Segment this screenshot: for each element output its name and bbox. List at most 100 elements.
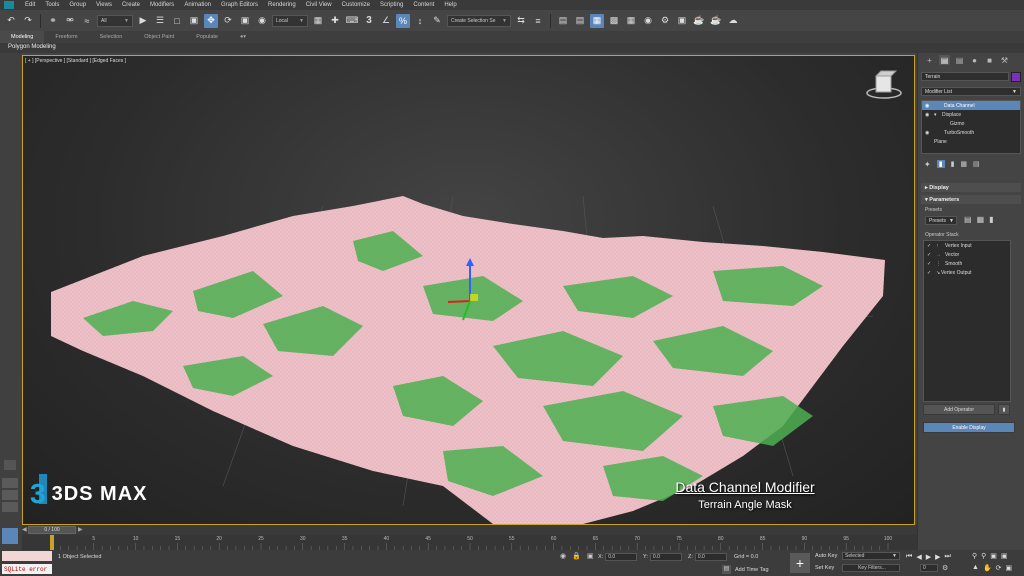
material-editor-icon[interactable]: ◉ xyxy=(641,14,655,28)
add-time-tag[interactable]: Add Time Tag xyxy=(735,567,769,573)
render-online-icon[interactable]: ☁ xyxy=(726,14,740,28)
stack-item-displace[interactable]: ◉ ▾ Displace xyxy=(922,110,1020,119)
enable-display-button[interactable]: Enable Display xyxy=(923,422,1015,433)
maxscript-listener-top[interactable] xyxy=(2,551,52,561)
create-tab-icon[interactable]: + xyxy=(924,55,935,65)
viewport-label[interactable]: [ + ] [Perspective ] [Standard ] [Edged … xyxy=(25,58,126,64)
viewport-layout-button[interactable] xyxy=(2,478,18,488)
operator-vertex-input[interactable]: ✓ ↑ Vertex Input xyxy=(924,241,1010,250)
add-operator-button[interactable]: Add Operator xyxy=(923,404,995,415)
unlink-icon[interactable]: ⚮ xyxy=(63,14,77,28)
menu-content[interactable]: Content xyxy=(408,2,439,8)
eye-icon[interactable]: ◉ xyxy=(925,103,934,109)
current-frame-field[interactable]: 0 xyxy=(920,564,938,572)
motion-tab-icon[interactable]: ● xyxy=(969,55,980,65)
schematic-view-icon[interactable]: ▦ xyxy=(624,14,638,28)
perspective-viewport[interactable]: [ + ] [Perspective ] [Standard ] [Edged … xyxy=(23,56,914,524)
keyboard-shortcut-override-icon[interactable]: ⌨ xyxy=(345,14,359,28)
tab-modeling[interactable]: Modeling xyxy=(0,31,45,43)
tab-populate[interactable]: Populate xyxy=(185,34,229,40)
stack-item-gizmo[interactable]: Gizmo xyxy=(922,119,1020,128)
viewport-layout-button[interactable] xyxy=(2,490,18,500)
menu-animation[interactable]: Animation xyxy=(179,2,216,8)
absolute-mode-icon[interactable]: ▣ xyxy=(587,552,594,560)
next-frame-icon[interactable]: ▶ xyxy=(78,526,83,533)
tab-selection[interactable]: Selection xyxy=(89,34,134,40)
modify-tab-icon[interactable]: ▤ xyxy=(939,55,950,65)
selection-filter-dropdown[interactable]: All ▼ xyxy=(97,14,133,27)
zoom-extents-all-icon[interactable]: ▣ xyxy=(1001,552,1008,560)
selection-lock-icon[interactable]: 🔒 xyxy=(572,552,581,560)
ribbon-options-icon[interactable]: ●▾ xyxy=(229,34,257,40)
render-production-icon[interactable]: ☕ xyxy=(692,14,706,28)
render-setup-icon[interactable]: ⚙ xyxy=(658,14,672,28)
snaps-toggle-icon[interactable]: 3 xyxy=(362,14,376,28)
show-end-result-icon[interactable]: ▮ xyxy=(936,160,945,168)
angle-snap-icon[interactable]: ∠ xyxy=(379,14,393,28)
viewport-layout-tab[interactable] xyxy=(4,460,16,470)
select-by-name-icon[interactable]: ☰ xyxy=(153,14,167,28)
z-field[interactable]: 0.0 xyxy=(694,553,727,561)
checkmark-icon[interactable]: ✓ xyxy=(927,270,936,276)
named-selection-sets-dropdown[interactable]: Create Selection Se ▼ xyxy=(447,14,511,27)
time-configuration-icon[interactable]: ⚙ xyxy=(942,564,948,572)
stack-item-plane[interactable]: Plane xyxy=(922,137,1020,146)
rectangular-selection-icon[interactable]: □ xyxy=(170,14,184,28)
toggle-ribbon-icon[interactable]: ▤ xyxy=(573,14,587,28)
isolate-selection-icon[interactable]: ◉ xyxy=(560,552,566,560)
percent-snap-icon[interactable]: % xyxy=(396,13,410,28)
menu-edit[interactable]: Edit xyxy=(20,2,40,8)
checkmark-icon[interactable]: ✓ xyxy=(927,243,936,249)
delete-preset-icon[interactable]: ▮ xyxy=(989,215,993,224)
render-iterative-icon[interactable]: ☕ xyxy=(709,14,723,28)
viewport-layout-button[interactable] xyxy=(2,502,18,512)
scale-icon[interactable]: ▣ xyxy=(238,14,252,28)
auto-key-button[interactable]: Auto Key xyxy=(815,553,837,559)
spinner-snap-icon[interactable]: ↕ xyxy=(413,14,427,28)
parameters-rollout[interactable]: ▾ Parameters xyxy=(921,195,1021,204)
operator-vertex-output[interactable]: ✓ ↘ Vertex Output xyxy=(924,268,1010,277)
scene-explorer-icon[interactable]: ▦ xyxy=(590,13,604,28)
trash-icon[interactable]: ▮ xyxy=(998,404,1010,415)
menu-civil-view[interactable]: Civil View xyxy=(301,2,337,8)
app-logo-icon[interactable] xyxy=(0,0,20,10)
menu-views[interactable]: Views xyxy=(91,2,117,8)
utilities-tab-icon[interactable]: ⚒ xyxy=(999,55,1010,65)
time-slider[interactable]: 0 / 100 ◀ ▶ xyxy=(22,525,917,535)
zoom-extents-icon[interactable]: ▣ xyxy=(990,552,997,560)
placement-icon[interactable]: ◉ xyxy=(255,14,269,28)
pan-icon[interactable]: ✋ xyxy=(983,564,992,572)
play-icon[interactable]: ▶ xyxy=(926,553,931,561)
menu-scripting[interactable]: Scripting xyxy=(375,2,408,8)
menu-rendering[interactable]: Rendering xyxy=(263,2,301,8)
set-key-button[interactable]: Set Key xyxy=(815,565,834,571)
y-field[interactable]: 0.0 xyxy=(649,553,682,561)
pivot-center-icon[interactable]: ▦ xyxy=(311,14,325,28)
key-mode-dropdown[interactable]: Selected ▼ xyxy=(842,552,900,560)
window-crossing-icon[interactable]: ▣ xyxy=(187,14,201,28)
checkmark-icon[interactable]: ✓ xyxy=(927,252,936,258)
maximize-viewport-icon[interactable]: ▣ xyxy=(1006,564,1013,572)
stack-item-data-channel[interactable]: ◉ Data Channel xyxy=(922,101,1020,110)
object-name-field[interactable]: Terrain xyxy=(921,72,1009,81)
go-to-end-icon[interactable]: ⏭ xyxy=(944,553,950,561)
track-bar[interactable]: 0510152025303540455055606570758085909510… xyxy=(22,535,917,550)
view-cube-icon[interactable] xyxy=(866,70,902,99)
viewport-layout-active[interactable] xyxy=(2,528,18,544)
expand-triangle-icon[interactable]: ▾ xyxy=(934,112,942,118)
link-icon[interactable]: ⚭ xyxy=(46,14,60,28)
zoom-icon[interactable]: ⚲ xyxy=(972,552,977,560)
time-slider-thumb[interactable]: 0 / 100 xyxy=(28,526,76,534)
key-filters-button[interactable]: Key Filters... xyxy=(842,564,900,572)
load-preset-icon[interactable]: ▤ xyxy=(964,215,972,224)
operator-smooth[interactable]: ✓ ⋮ Smooth xyxy=(924,259,1010,268)
display-rollout[interactable]: ▸ Display xyxy=(921,183,1021,192)
redo-icon[interactable]: ↷ xyxy=(21,14,35,28)
polygon-modeling-label[interactable]: Polygon Modeling xyxy=(8,44,56,50)
object-color-swatch[interactable] xyxy=(1011,72,1021,82)
next-frame-icon[interactable]: ▶ xyxy=(935,553,940,561)
checkmark-icon[interactable]: ✓ xyxy=(927,261,936,267)
menu-tools[interactable]: Tools xyxy=(40,2,64,8)
save-preset-icon[interactable]: ▦ xyxy=(977,215,985,224)
operator-vector[interactable]: ✓ → Vector xyxy=(924,250,1010,259)
